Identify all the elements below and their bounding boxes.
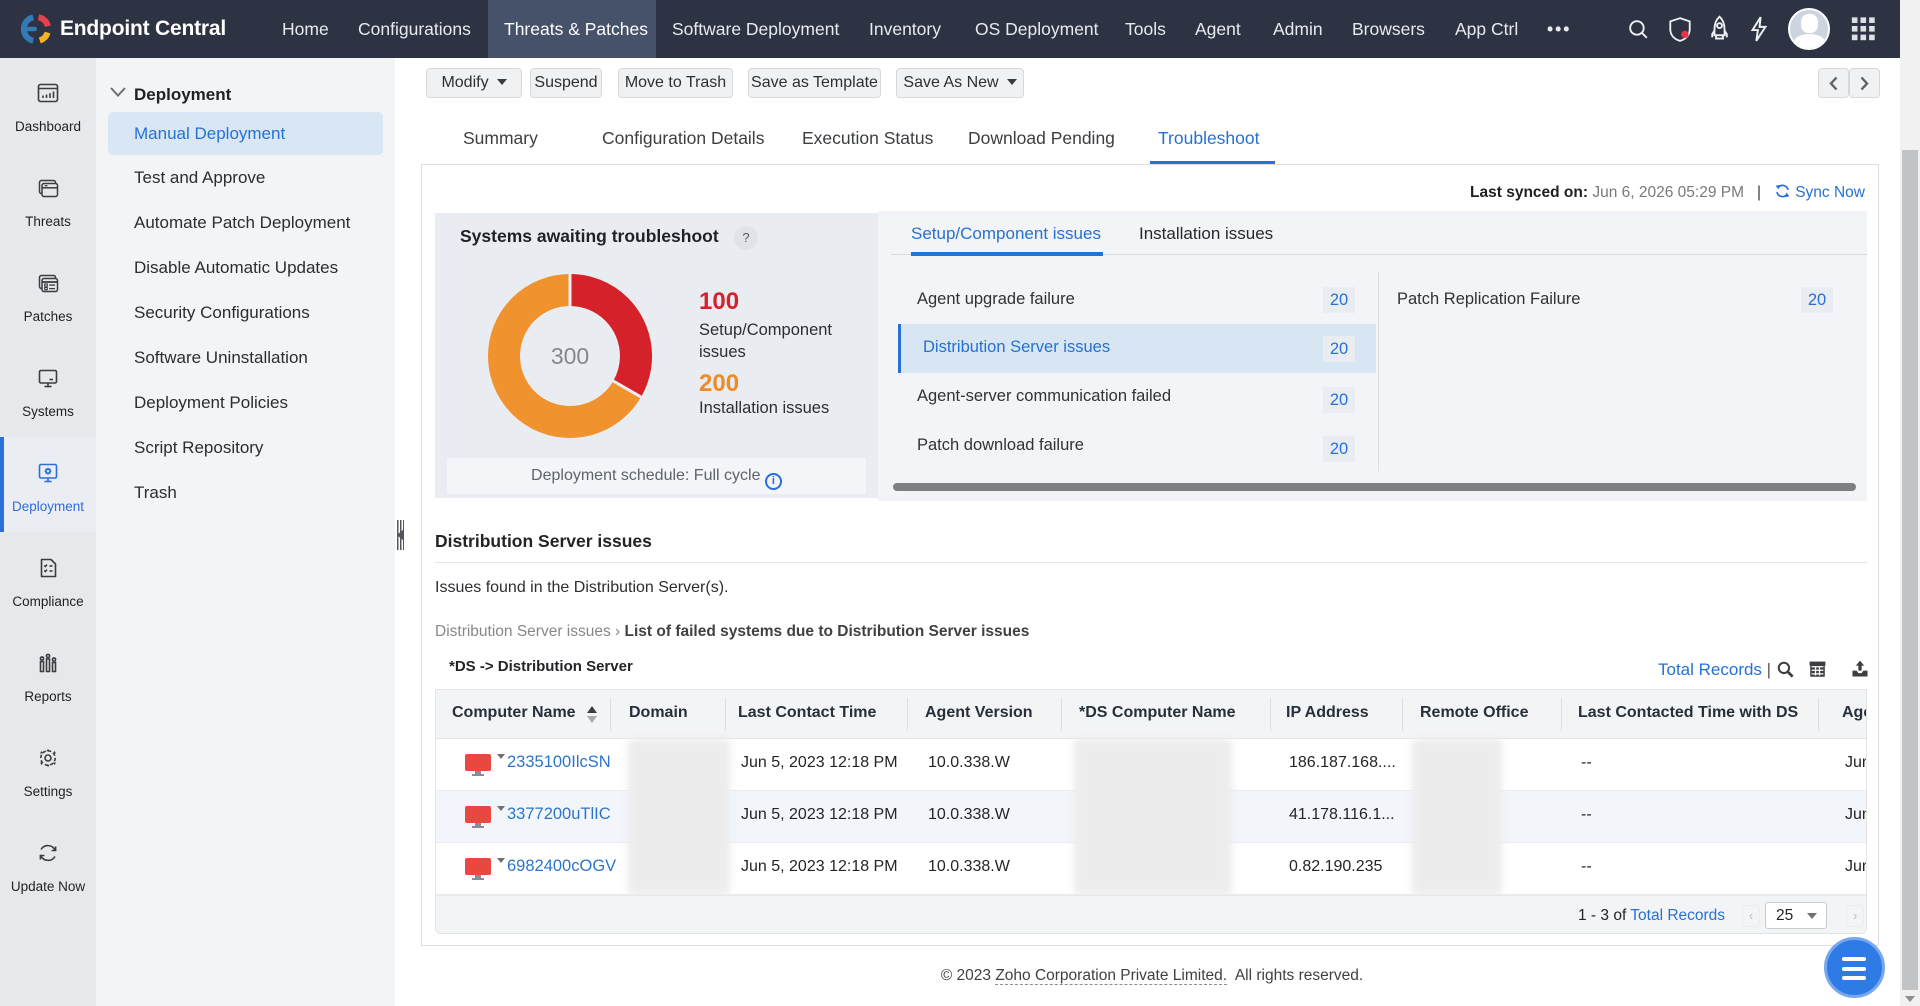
svg-text:300: 300 [551,343,589,369]
